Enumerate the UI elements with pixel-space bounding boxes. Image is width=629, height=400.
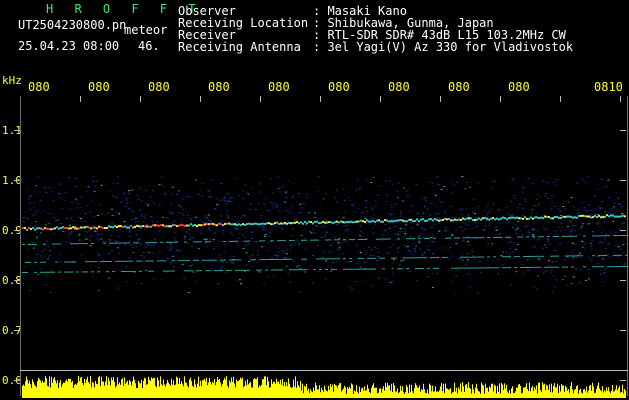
time-tick-mark <box>560 96 561 102</box>
freq-tick-mark <box>14 330 20 331</box>
power-baseline <box>20 370 628 371</box>
freq-tick-mark <box>14 280 20 281</box>
freq-tick-mark <box>620 230 626 231</box>
freq-tick-mark <box>14 380 20 381</box>
time-tick-mark <box>80 96 81 102</box>
freq-tick-mark <box>620 330 626 331</box>
freq-tick-mark <box>14 180 20 181</box>
time-tick-mark <box>320 96 321 102</box>
freq-tick-mark <box>620 180 626 181</box>
time-tick-mark <box>260 96 261 102</box>
time-tick-mark <box>440 96 441 102</box>
time-tick-mark <box>200 96 201 102</box>
freq-tick-mark <box>620 380 626 381</box>
time-tick-mark <box>140 96 141 102</box>
time-tick-mark <box>620 96 621 102</box>
freq-tick-mark <box>620 130 626 131</box>
freq-tick-mark <box>14 230 20 231</box>
time-tick-mark <box>380 96 381 102</box>
spectrogram-screen: H R O F F T UT2504230800.pn meteor 25.04… <box>0 0 629 400</box>
freq-tick-mark <box>14 130 20 131</box>
spectrogram-waterfall <box>22 176 628 398</box>
freq-tick-mark <box>620 280 626 281</box>
time-tick-mark <box>500 96 501 102</box>
